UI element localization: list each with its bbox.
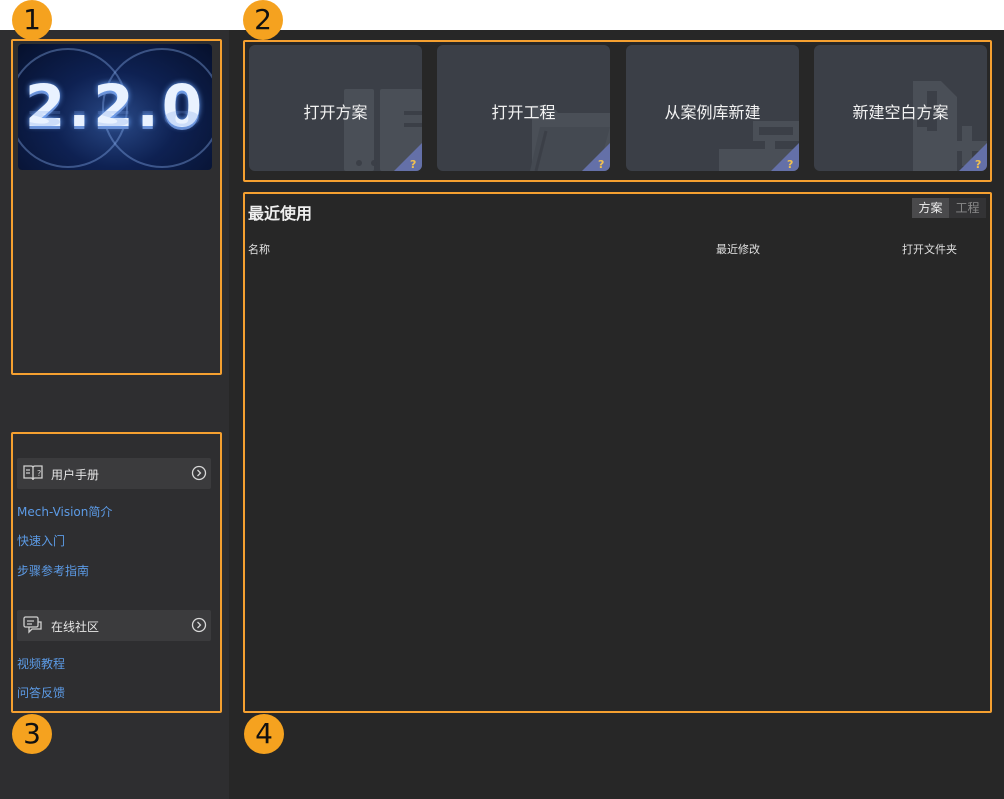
badge-1: 1 (12, 0, 52, 40)
highlight-region-2 (243, 40, 992, 182)
highlight-region-4 (243, 192, 992, 713)
badge-2: 2 (243, 0, 283, 40)
top-band (0, 0, 1004, 30)
highlight-region-1 (11, 39, 222, 375)
badge-4: 4 (244, 714, 284, 754)
highlight-region-3 (11, 432, 222, 713)
badge-3: 3 (12, 714, 52, 754)
